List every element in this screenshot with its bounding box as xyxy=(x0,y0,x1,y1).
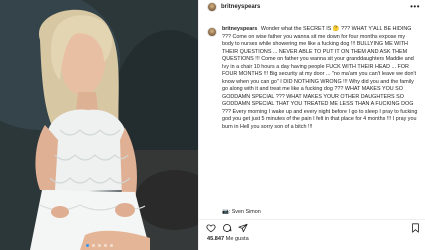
carousel-indicator xyxy=(0,244,198,247)
carousel-dot xyxy=(85,244,89,247)
caption: britneyspears Wonder what the SECRET IS … xyxy=(222,26,418,131)
carousel-dot xyxy=(97,244,101,247)
caption-block: britneyspears Wonder what the SECRET IS … xyxy=(207,26,421,131)
header-username[interactable]: britneyspears xyxy=(221,4,260,10)
caption-username[interactable]: britneyspears xyxy=(222,26,257,32)
carousel-dot xyxy=(91,244,95,247)
bookmark-icon[interactable] xyxy=(411,223,420,233)
post-image[interactable] xyxy=(0,0,198,250)
avatar[interactable] xyxy=(207,2,217,12)
divider xyxy=(199,219,425,220)
post-header: britneyspears ••• xyxy=(199,0,425,14)
share-icon[interactable] xyxy=(238,223,248,233)
carousel-dot xyxy=(103,244,107,247)
comment-icon[interactable] xyxy=(222,223,232,233)
post-photo xyxy=(0,0,198,250)
photo-credit: 📷: Sven Simon xyxy=(222,209,261,215)
likes-number: 45.847 xyxy=(207,236,225,242)
heart-icon[interactable] xyxy=(206,223,216,233)
carousel-dot xyxy=(109,244,113,247)
caption-text: Wonder what the SECRET IS 🤔 ??? WHAT Y'A… xyxy=(222,26,418,130)
action-bar xyxy=(206,222,420,234)
more-options-icon[interactable]: ••• xyxy=(410,3,420,11)
caption-avatar[interactable] xyxy=(207,27,217,37)
post-details: britneyspears ••• britneyspears Wonder w… xyxy=(198,0,425,250)
likes-count[interactable]: 45.847 Me gusta xyxy=(207,236,249,242)
likes-label: Me gusta xyxy=(225,236,249,242)
